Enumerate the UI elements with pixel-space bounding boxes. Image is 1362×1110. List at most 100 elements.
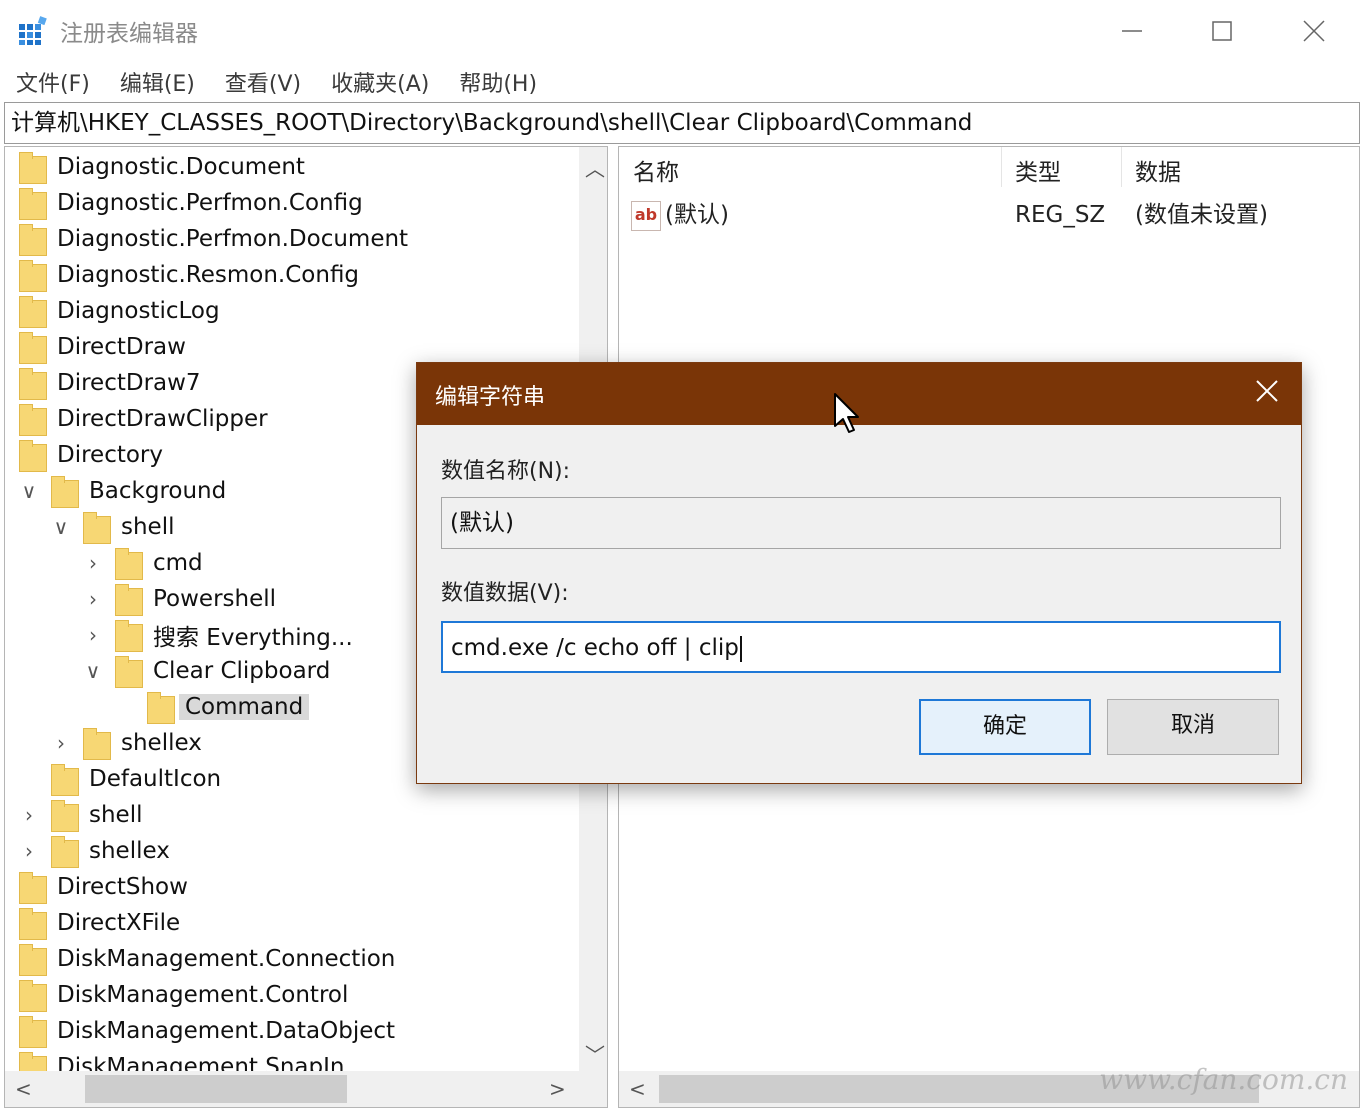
chevron-right-icon[interactable]: ›: [19, 805, 39, 825]
ok-button[interactable]: 确定: [919, 699, 1091, 755]
value-name-label: 数值名称(N):: [441, 459, 571, 484]
folder-icon: [19, 224, 47, 256]
column-type[interactable]: 类型: [1001, 155, 1061, 191]
tree-item[interactable]: DirectXFile: [19, 905, 180, 941]
folder-icon: [51, 476, 79, 508]
chevron-right-icon[interactable]: ›: [83, 589, 103, 609]
menu-help[interactable]: 帮助(H): [459, 66, 537, 98]
chevron-right-icon[interactable]: ›: [83, 625, 103, 645]
tree-item[interactable]: › 搜索 Everything...: [89, 617, 353, 653]
tree-item[interactable]: DirectShow: [19, 869, 188, 905]
tree-item-label: cmd: [153, 550, 203, 576]
folder-icon: [19, 260, 47, 292]
tree-item[interactable]: DiskManagement.Connection: [19, 941, 395, 977]
tree-item[interactable]: › shell: [25, 797, 143, 833]
tree-item[interactable]: Diagnostic.Perfmon.Document: [19, 221, 408, 257]
menu-view[interactable]: 查看(V): [225, 66, 301, 98]
folder-icon: [51, 800, 79, 832]
scroll-thumb[interactable]: [85, 1075, 347, 1103]
tree-item-label: Directory: [57, 442, 164, 468]
tree-item[interactable]: Diagnostic.Perfmon.Config: [19, 185, 363, 221]
tree-item-label: Powershell: [153, 586, 277, 612]
tree-item[interactable]: DiagnosticLog: [19, 293, 220, 329]
tree-item-label: shellex: [89, 838, 170, 864]
tree-item[interactable]: › Powershell: [89, 581, 277, 617]
folder-icon: [19, 908, 47, 940]
text-caret: [739, 635, 742, 662]
tree-item[interactable]: Diagnostic.Document: [19, 149, 305, 185]
tree-item-label: DiskManagement.Connection: [57, 946, 396, 972]
tree-item[interactable]: › shellex: [57, 725, 202, 761]
folder-icon: [19, 1016, 47, 1048]
tree-horizontal-scrollbar[interactable]: < >: [5, 1071, 607, 1107]
maximize-button[interactable]: [1192, 8, 1252, 54]
value-name-field[interactable]: (默认): [441, 497, 1281, 549]
tree-item-label: DirectDraw: [57, 334, 186, 360]
tree-item-label: DirectShow: [57, 874, 188, 900]
tree-item-label: Background: [89, 478, 227, 504]
value-type[interactable]: REG_SZ: [1015, 199, 1105, 231]
address-bar[interactable]: 计算机\HKEY_CLASSES_ROOT\Directory\Backgrou…: [4, 102, 1360, 144]
folder-icon: [19, 944, 47, 976]
column-name[interactable]: 名称: [619, 155, 679, 191]
tree-item[interactable]: DiskManagement.Control: [19, 977, 348, 1013]
tree-item[interactable]: DirectDraw7: [19, 365, 201, 401]
menu-favorites[interactable]: 收藏夹(A): [331, 66, 429, 98]
tree-item[interactable]: ∨ Background: [22, 473, 227, 509]
menu-edit[interactable]: 编辑(E): [120, 66, 195, 98]
value-name[interactable]: (默认): [665, 199, 729, 231]
tree-item[interactable]: ∨ shell: [54, 509, 175, 545]
chevron-right-icon[interactable]: ›: [83, 553, 103, 573]
dialog-close-button[interactable]: [1247, 373, 1287, 413]
tree-item-label: Diagnostic.Perfmon.Config: [57, 190, 363, 216]
tree-item-label: DefaultIcon: [89, 766, 222, 792]
tree-item-label: DirectXFile: [57, 910, 181, 936]
scroll-up-icon[interactable]: ︿: [585, 153, 605, 182]
chevron-down-icon[interactable]: ∨: [51, 517, 71, 537]
tree-item[interactable]: Command: [147, 689, 310, 725]
value-data-label: 数值数据(V):: [441, 581, 569, 606]
folder-icon: [19, 980, 47, 1012]
tree-item[interactable]: Diagnostic.Resmon.Config: [19, 257, 359, 293]
scroll-down-icon[interactable]: ﹀: [585, 1039, 605, 1068]
value-data-field[interactable]: cmd.exe /c echo off | clip: [441, 621, 1281, 673]
chevron-right-icon[interactable]: ›: [19, 841, 39, 861]
scroll-left-icon[interactable]: <: [629, 1077, 646, 1101]
tree-item-label: Diagnostic.Resmon.Config: [57, 262, 360, 288]
watermark: www.cfan.com.cn: [1099, 1063, 1348, 1096]
tree-item[interactable]: › shellex: [25, 833, 170, 869]
tree-item-label: DiskManagement.DataObject: [57, 1018, 396, 1044]
tree-item-label: DirectDrawClipper: [57, 406, 268, 432]
tree-item[interactable]: DefaultIcon: [51, 761, 221, 797]
tree-item[interactable]: ∨ Clear Clipboard: [86, 653, 330, 689]
tree-item[interactable]: DirectDraw: [19, 329, 186, 365]
scroll-right-icon[interactable]: >: [549, 1077, 566, 1101]
chevron-down-icon[interactable]: ∨: [19, 481, 39, 501]
tree-item[interactable]: › cmd: [89, 545, 203, 581]
folder-icon: [147, 692, 175, 724]
folder-icon: [115, 548, 143, 580]
column-data[interactable]: 数据: [1121, 155, 1181, 191]
tree-item-label: Diagnostic.Perfmon.Document: [57, 226, 409, 252]
maximize-icon: [1212, 21, 1232, 41]
tree-item[interactable]: DirectDrawClipper: [19, 401, 268, 437]
scroll-left-icon[interactable]: <: [15, 1077, 32, 1101]
minimize-button[interactable]: [1102, 8, 1162, 54]
close-button[interactable]: [1284, 8, 1344, 54]
value-data[interactable]: (数值未设置): [1135, 199, 1268, 231]
cancel-button[interactable]: 取消: [1107, 699, 1279, 755]
chevron-right-icon[interactable]: ›: [51, 733, 71, 753]
registry-editor-icon: [19, 16, 47, 45]
chevron-down-icon[interactable]: ∨: [83, 661, 103, 681]
tree-item-label: 搜索 Everything...: [153, 625, 353, 651]
folder-icon: [83, 728, 111, 760]
folder-icon: [19, 872, 47, 904]
folder-icon: [19, 296, 47, 328]
tree-item[interactable]: Directory: [19, 437, 163, 473]
window-title: 注册表编辑器: [60, 21, 198, 47]
tree-item-label: DirectDraw7: [57, 370, 201, 396]
menu-file[interactable]: 文件(F): [16, 66, 90, 98]
tree-item[interactable]: DiskManagement.DataObject: [19, 1013, 395, 1049]
close-icon: [1256, 380, 1278, 402]
string-value-icon: ab: [631, 201, 661, 231]
